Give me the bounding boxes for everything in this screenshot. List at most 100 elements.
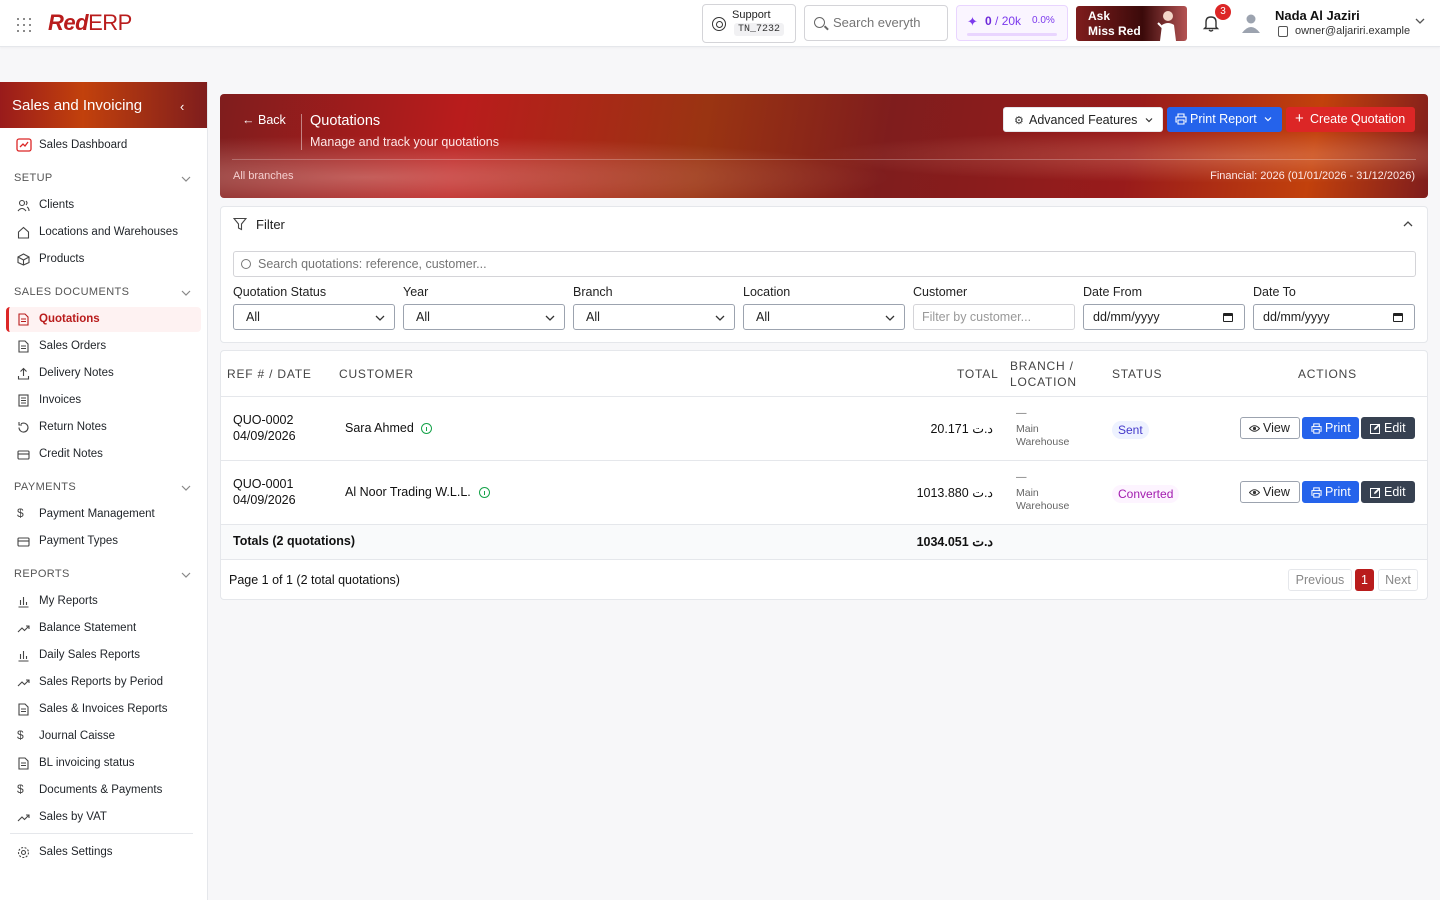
apps-grid-icon[interactable] (17, 18, 33, 34)
year-filter-select[interactable]: All (403, 304, 565, 330)
chevron-down-icon[interactable] (181, 174, 191, 184)
current-page-button[interactable]: 1 (1355, 569, 1374, 591)
gear-icon: ⚙ (1014, 115, 1024, 127)
edit-label: Edit (1384, 485, 1406, 499)
date-to-input[interactable]: dd/mm/yyyy (1253, 304, 1415, 330)
sidebar-item-invoices[interactable]: Invoices (6, 388, 201, 413)
sidebar-item-products[interactable]: Products (6, 247, 201, 272)
sidebar-item-payment-types[interactable]: Payment Types (6, 529, 201, 554)
sidebar-item-locations[interactable]: Locations and Warehouses (6, 220, 201, 245)
create-quotation-button[interactable]: + Create Quotation (1286, 107, 1415, 132)
sidebar-item-label: Balance Statement (39, 622, 137, 634)
section-payments[interactable]: PAYMENTS (14, 481, 76, 493)
ask-miss-red-button[interactable]: Ask Miss Red (1076, 6, 1187, 41)
sidebar-item-label: Products (39, 253, 85, 265)
section-reports[interactable]: REPORTS (14, 568, 70, 580)
column-header-total[interactable]: TOTAL (957, 367, 999, 381)
sidebar-item-sales-invoices-reports[interactable]: Sales & Invoices Reports (6, 697, 201, 722)
chevron-down-icon[interactable] (181, 288, 191, 298)
column-header-customer[interactable]: CUSTOMER (339, 367, 414, 381)
quotation-ref[interactable]: QUO-0001 (233, 477, 293, 491)
rotate-ccw-icon (18, 422, 29, 433)
calendar-icon[interactable] (1223, 313, 1233, 322)
sidebar-item-clients[interactable]: Clients (6, 193, 201, 218)
location-line2: Warehouse (1016, 436, 1070, 448)
chevron-down-icon (1145, 118, 1153, 123)
location-filter-select[interactable]: All (743, 304, 905, 330)
sidebar-item-sales-orders[interactable]: Sales Orders (6, 334, 201, 359)
info-icon[interactable] (421, 423, 432, 434)
edit-button[interactable]: Edit (1361, 417, 1415, 439)
ai-credits-meter[interactable]: ✦ 0 / 20k 0.0% (956, 5, 1068, 41)
sidebar-item-sales-settings[interactable]: Sales Settings (6, 840, 201, 865)
sidebar-item-label: Sales Reports by Period (39, 676, 164, 688)
users-icon (17, 199, 30, 212)
view-button[interactable]: View (1240, 481, 1300, 503)
sidebar-item-return-notes[interactable]: Return Notes (6, 415, 201, 440)
global-search-input[interactable] (833, 15, 943, 30)
column-header-branch[interactable]: BRANCH / (1010, 359, 1074, 373)
customer-name[interactable]: Sara Ahmed (345, 421, 414, 435)
print-report-button[interactable]: Print Report (1167, 107, 1282, 132)
date-value: dd/mm/yyyy (1263, 310, 1330, 324)
sidebar-item-balance-statement[interactable]: Balance Statement (6, 616, 201, 641)
calendar-icon[interactable] (1393, 313, 1403, 322)
sidebar-divider (10, 833, 193, 834)
sidebar-item-sales-dashboard[interactable]: Sales Dashboard (6, 133, 201, 158)
customer-filter-input[interactable]: Filter by customer... (913, 304, 1075, 330)
user-avatar-icon[interactable] (1240, 12, 1262, 34)
credits-progress-bar (967, 33, 1057, 36)
column-header-ref[interactable]: REF # / DATE (227, 367, 312, 381)
sidebar-item-bl-invoicing-status[interactable]: BL invoicing status (6, 751, 201, 776)
sidebar-item-credit-notes[interactable]: Credit Notes (6, 442, 201, 467)
chevron-down-icon[interactable] (1415, 16, 1425, 26)
advanced-features-button[interactable]: ⚙ Advanced Features (1003, 107, 1163, 132)
sidebar-item-payment-management[interactable]: $ Payment Management (6, 502, 201, 527)
column-header-status[interactable]: STATUS (1112, 367, 1162, 381)
info-icon[interactable] (479, 487, 490, 498)
credit-card-icon (17, 450, 30, 460)
quotation-ref[interactable]: QUO-0002 (233, 413, 293, 427)
view-label: View (1263, 485, 1290, 499)
print-button[interactable]: Print (1302, 481, 1359, 503)
view-button[interactable]: View (1240, 417, 1300, 439)
chevron-down-icon[interactable] (181, 483, 191, 493)
sidebar-item-sales-by-vat[interactable]: Sales by VAT (6, 805, 201, 830)
filter-panel: Filter Quotation Status All Year All Bra… (220, 206, 1428, 343)
date-from-input[interactable]: dd/mm/yyyy (1083, 304, 1245, 330)
next-page-button[interactable]: Next (1378, 569, 1418, 591)
header-divider (232, 159, 1416, 160)
app-logo[interactable]: RedERP (48, 10, 132, 36)
sidebar-item-my-reports[interactable]: My Reports (6, 589, 201, 614)
support-button[interactable]: Support TN_7232 (702, 4, 796, 43)
date-from-label: Date From (1083, 285, 1143, 299)
assistant-figure-icon (1157, 11, 1176, 41)
print-button[interactable]: Print (1302, 417, 1359, 439)
status-filter-select[interactable]: All (233, 304, 395, 330)
page-header-banner: ← Back Quotations Manage and track your … (220, 94, 1428, 198)
copy-icon[interactable] (1278, 26, 1288, 37)
chevron-up-icon[interactable] (1403, 219, 1413, 229)
quotation-search-input[interactable] (258, 257, 1398, 271)
quotation-search[interactable] (233, 251, 1416, 277)
section-setup[interactable]: SETUP (14, 172, 53, 184)
edit-button[interactable]: Edit (1361, 481, 1415, 503)
column-header-location[interactable]: LOCATION (1010, 375, 1077, 389)
sidebar-item-sales-reports-by-period[interactable]: Sales Reports by Period (6, 670, 201, 695)
location-filter-label: Location (743, 285, 791, 299)
quotation-date: 04/09/2026 (233, 493, 296, 507)
section-sales-documents[interactable]: SALES DOCUMENTS (14, 286, 129, 298)
chevron-down-icon[interactable] (181, 570, 191, 580)
sidebar-item-delivery-notes[interactable]: Delivery Notes (6, 361, 201, 386)
previous-page-button[interactable]: Previous (1288, 569, 1352, 591)
global-search[interactable] (804, 5, 948, 41)
sparkles-icon: ✦ (967, 14, 978, 29)
sidebar-item-quotations[interactable]: Quotations (6, 307, 201, 332)
branch-filter-select[interactable]: All (573, 304, 735, 330)
back-button[interactable]: ← Back (242, 113, 286, 127)
sidebar-item-journal-caisse[interactable]: $ Journal Caisse (6, 724, 201, 749)
collapse-sidebar-icon[interactable]: ‹ (180, 99, 184, 114)
customer-name[interactable]: Al Noor Trading W.L.L. (345, 485, 471, 499)
sidebar-item-daily-sales-reports[interactable]: Daily Sales Reports (6, 643, 201, 668)
sidebar-item-documents-payments[interactable]: $ Documents & Payments (6, 778, 201, 803)
